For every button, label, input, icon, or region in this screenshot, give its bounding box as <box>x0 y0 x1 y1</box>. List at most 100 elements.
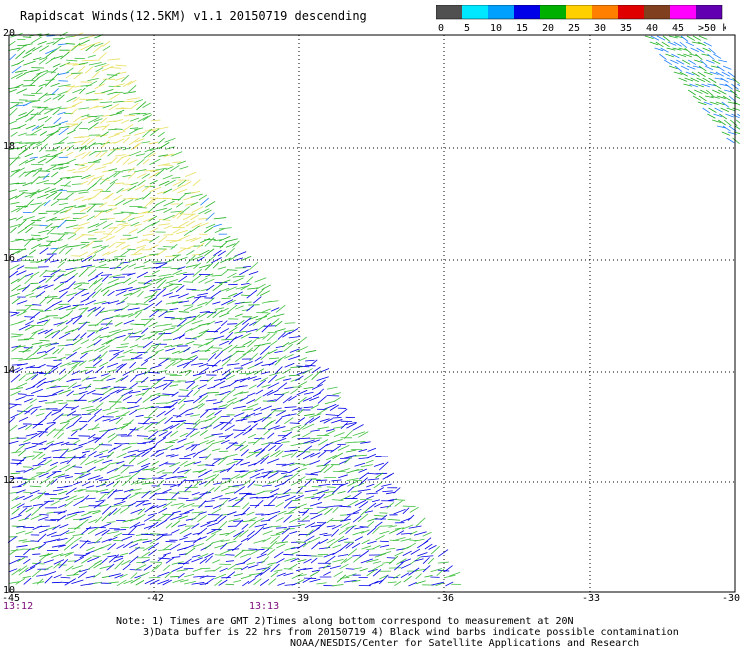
wind-barb <box>94 231 106 233</box>
wind-barb <box>332 548 343 556</box>
wind-barb <box>332 506 339 514</box>
wind-barb <box>32 206 40 213</box>
wind-barb <box>18 507 28 516</box>
wind-barb <box>65 565 74 572</box>
wind-barb <box>135 500 149 503</box>
wind-barb <box>143 283 153 289</box>
wind-barb <box>67 560 77 562</box>
wind-barb <box>128 409 138 416</box>
wind-barb <box>309 570 320 577</box>
wind-barb <box>158 137 165 144</box>
wind-barb <box>128 457 136 464</box>
wind-barb <box>30 271 40 278</box>
wind-barb <box>379 544 390 548</box>
wind-barb <box>30 408 38 415</box>
wind-barb <box>336 408 348 417</box>
wind-barb <box>211 529 222 535</box>
wind-barb <box>267 480 277 485</box>
wind-barb <box>141 185 152 192</box>
wind-barb <box>329 404 339 411</box>
wind-barb <box>108 128 118 131</box>
wind-barb <box>219 567 228 572</box>
wind-barb <box>84 66 94 74</box>
wind-barb <box>178 403 186 410</box>
wind-barb <box>63 181 71 187</box>
wind-barb <box>58 389 71 395</box>
wind-barb <box>120 304 130 311</box>
wind-barb <box>8 86 20 90</box>
wind-barb <box>106 217 116 220</box>
wind-barb <box>128 442 138 445</box>
wind-barb <box>100 522 112 528</box>
wind-barb <box>81 556 92 564</box>
wind-barb <box>29 357 39 360</box>
wind-barb <box>56 515 66 522</box>
wind-barb <box>141 327 149 334</box>
wind-barb <box>197 292 209 296</box>
wind-barb <box>261 322 272 333</box>
wind-barb <box>338 527 349 535</box>
wind-barb <box>23 455 35 459</box>
wind-barb <box>246 276 254 283</box>
wind-barb <box>305 359 315 362</box>
wind-barb <box>353 567 362 570</box>
wind-barb <box>58 247 66 254</box>
wind-barb <box>65 495 77 502</box>
wind-barb <box>200 522 211 528</box>
wind-barb <box>186 428 198 430</box>
wind-barb <box>357 488 371 492</box>
wind-barb <box>39 552 50 562</box>
wind-barb <box>87 541 101 544</box>
wind-barb <box>347 548 358 557</box>
wind-barb <box>16 265 25 270</box>
wind-barb <box>142 340 153 349</box>
wind-barb <box>158 142 170 150</box>
wind-barb <box>59 291 68 299</box>
wind-barb <box>179 166 189 170</box>
wind-barb <box>165 541 176 543</box>
wind-barb <box>200 197 209 206</box>
wind-barb <box>212 283 223 292</box>
wind-barb <box>114 128 123 130</box>
wind-barb <box>15 114 28 121</box>
wind-barb <box>150 395 161 402</box>
wind-barb <box>57 219 67 229</box>
wind-barb <box>260 405 272 411</box>
wind-barb <box>199 456 208 459</box>
wind-barb <box>183 181 192 187</box>
wind-barb <box>734 95 740 99</box>
wind-barb <box>113 194 123 201</box>
wind-barb <box>169 239 182 243</box>
wind-barb <box>347 480 358 487</box>
wind-barb <box>59 523 69 529</box>
wind-barb <box>422 557 430 564</box>
wind-barb <box>205 339 214 346</box>
wind-barb <box>177 248 186 254</box>
wind-barb <box>127 236 139 240</box>
wind-barb <box>59 244 68 249</box>
wind-barb <box>43 97 52 103</box>
wind-barb <box>32 503 43 507</box>
wind-barb <box>18 324 31 331</box>
wind-barb <box>108 581 119 584</box>
wind-barb <box>211 448 221 452</box>
wind-barb <box>367 478 380 481</box>
wind-barb <box>74 472 84 475</box>
wind-barb <box>186 295 195 300</box>
wind-barb <box>276 470 288 472</box>
time-label: 13:13 <box>249 601 279 612</box>
wind-barb <box>275 541 288 544</box>
wind-barb <box>60 576 71 579</box>
wind-barb <box>149 244 159 250</box>
wind-barb <box>136 238 148 244</box>
wind-barb <box>158 235 168 244</box>
wind-barb <box>141 450 150 457</box>
wind-barb <box>218 521 228 530</box>
wind-barb <box>116 355 125 359</box>
wind-barb <box>122 395 133 401</box>
wind-barb <box>239 269 249 276</box>
wind-barb <box>105 482 115 487</box>
wind-barb <box>177 523 187 527</box>
wind-barb <box>123 328 133 332</box>
wind-barb <box>162 292 173 297</box>
